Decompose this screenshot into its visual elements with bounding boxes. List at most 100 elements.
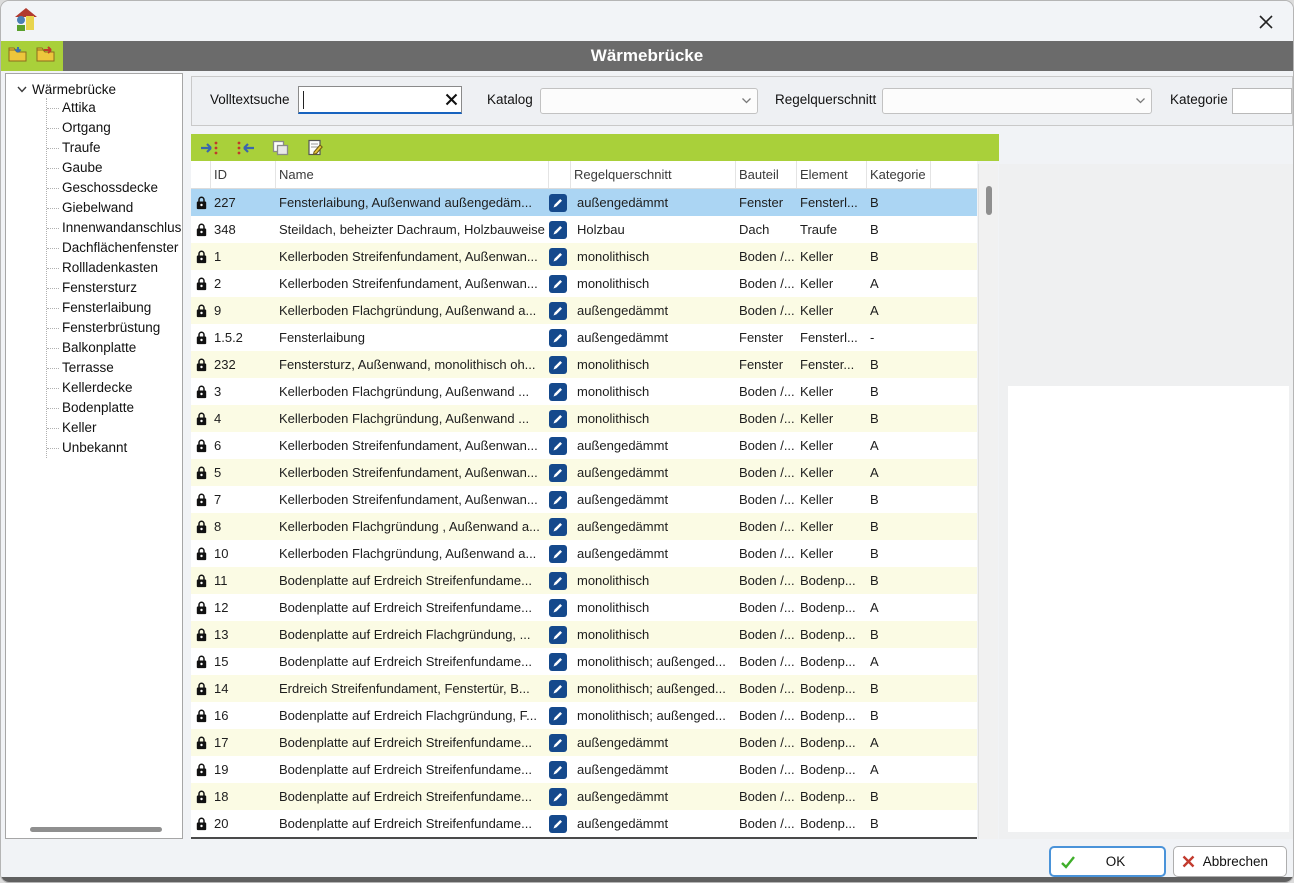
header-bauteil[interactable]: Bauteil	[736, 161, 797, 188]
edit-pencil-icon[interactable]	[549, 599, 571, 617]
copy-icon[interactable]	[270, 139, 290, 157]
edit-pencil-icon[interactable]	[549, 194, 571, 212]
tree-item-kellerdecke[interactable]: Kellerdecke	[47, 378, 182, 398]
edit-pencil-icon[interactable]	[549, 680, 571, 698]
table-row[interactable]: 14 Erdreich Streifenfundament, Fenstertü…	[191, 675, 977, 702]
cancel-button[interactable]: Abbrechen	[1173, 846, 1287, 877]
table-row[interactable]: 12 Bodenplatte auf Erdreich Streifenfund…	[191, 594, 977, 621]
table-row[interactable]: 6 Kellerboden Streifenfundament, Außenwa…	[191, 432, 977, 459]
table-row[interactable]: 348 Steildach, beheizter Dachraum, Holzb…	[191, 216, 977, 243]
tree-item-fensterlaibung[interactable]: Fensterlaibung	[47, 298, 182, 318]
ok-button[interactable]: OK	[1049, 846, 1166, 877]
tree-root-waermebruecke[interactable]: Wärmebrücke	[6, 74, 182, 98]
table-row[interactable]: 17 Bodenplatte auf Erdreich Streifenfund…	[191, 729, 977, 756]
regelquerschnitt-dropdown[interactable]	[882, 88, 1152, 114]
cell-id: 232	[211, 357, 276, 372]
edit-pencil-icon[interactable]	[549, 491, 571, 509]
edit-pencil-icon[interactable]	[549, 329, 571, 347]
tree-item-unbekannt[interactable]: Unbekannt	[47, 438, 182, 458]
clear-search-icon[interactable]	[441, 90, 461, 110]
edit-pencil-icon[interactable]	[549, 383, 571, 401]
tree-horizontal-scrollbar[interactable]	[14, 824, 174, 834]
table-row[interactable]: 16 Bodenplatte auf Erdreich Flachgründun…	[191, 702, 977, 729]
cell-name: Bodenplatte auf Erdreich Streifenfundame…	[276, 789, 549, 804]
edit-pencil-icon[interactable]	[549, 788, 571, 806]
cell-element: Keller	[797, 384, 867, 399]
tree-item-rollladenkasten[interactable]: Rollladenkasten	[47, 258, 182, 278]
results-table: ID Name Regelquerschnitt Bauteil Element…	[191, 161, 977, 839]
table-row[interactable]: 227 Fensterlaibung, Außenwand außengedäm…	[191, 189, 977, 216]
tree-item-attika[interactable]: Attika	[47, 98, 182, 118]
table-row[interactable]: 15 Bodenplatte auf Erdreich Streifenfund…	[191, 648, 977, 675]
edit-pencil-icon[interactable]	[549, 356, 571, 374]
lock-icon	[191, 628, 211, 642]
tree-item-geschossdecke[interactable]: Geschossdecke	[47, 178, 182, 198]
table-row[interactable]: 1 Kellerboden Streifenfundament, Außenwa…	[191, 243, 977, 270]
header-kategorie[interactable]: Kategorie	[867, 161, 931, 188]
tree-item-innenwandanschlus[interactable]: Innenwandanschlus	[47, 218, 182, 238]
tree-item-terrasse[interactable]: Terrasse	[47, 358, 182, 378]
table-row[interactable]: 20 Bodenplatte auf Erdreich Streifenfund…	[191, 810, 977, 837]
edit-pencil-icon[interactable]	[549, 221, 571, 239]
edit-pencil-icon[interactable]	[549, 653, 571, 671]
header-element[interactable]: Element	[797, 161, 867, 188]
table-row[interactable]: 8 Kellerboden Flachgründung , Außenwand …	[191, 513, 977, 540]
tree-item-bodenplatte[interactable]: Bodenplatte	[47, 398, 182, 418]
tree-item-ortgang[interactable]: Ortgang	[47, 118, 182, 138]
header-regelquerschnitt[interactable]: Regelquerschnitt	[571, 161, 736, 188]
katalog-dropdown[interactable]	[540, 88, 758, 114]
table-row[interactable]: 5 Kellerboden Streifenfundament, Außenwa…	[191, 459, 977, 486]
scrollbar-thumb[interactable]	[986, 186, 992, 215]
tree-item-gaube[interactable]: Gaube	[47, 158, 182, 178]
table-row[interactable]: 4 Kellerboden Flachgründung, Außenwand .…	[191, 405, 977, 432]
edit-pencil-icon[interactable]	[549, 572, 571, 590]
arrow-right-dots-icon[interactable]	[200, 139, 220, 157]
edit-pencil-icon[interactable]	[549, 545, 571, 563]
table-row[interactable]: 232 Fenstersturz, Außenwand, monolithisc…	[191, 351, 977, 378]
arrow-left-dots-icon[interactable]	[235, 139, 255, 157]
chevron-down-icon[interactable]	[16, 82, 28, 97]
folder-import-icon[interactable]	[8, 46, 27, 67]
table-row[interactable]: 1.5.2 Fensterlaibung außengedämmt Fenste…	[191, 324, 977, 351]
fulltext-search-input[interactable]	[304, 92, 441, 107]
table-row[interactable]: 11 Bodenplatte auf Erdreich Streifenfund…	[191, 567, 977, 594]
edit-pencil-icon[interactable]	[549, 518, 571, 536]
table-row[interactable]: 10 Kellerboden Flachgründung, Außenwand …	[191, 540, 977, 567]
header-id[interactable]: ID	[211, 161, 276, 188]
table-vertical-scrollbar[interactable]	[978, 164, 998, 839]
kategorie-input[interactable]	[1232, 88, 1292, 114]
edit-document-icon[interactable]	[305, 139, 325, 157]
tree-item-dachflächenfenster[interactable]: Dachflächenfenster	[47, 238, 182, 258]
edit-pencil-icon[interactable]	[549, 815, 571, 833]
edit-pencil-icon[interactable]	[549, 464, 571, 482]
table-row[interactable]: 3 Kellerboden Flachgründung, Außenwand .…	[191, 378, 977, 405]
close-icon[interactable]	[1255, 11, 1277, 33]
header-lock-column[interactable]	[191, 161, 211, 188]
edit-pencil-icon[interactable]	[549, 734, 571, 752]
table-row[interactable]: 9 Kellerboden Flachgründung, Außenwand a…	[191, 297, 977, 324]
table-row[interactable]: 7 Kellerboden Streifenfundament, Außenwa…	[191, 486, 977, 513]
header-name[interactable]: Name	[276, 161, 549, 188]
tree-item-giebelwand[interactable]: Giebelwand	[47, 198, 182, 218]
table-row[interactable]: 18 Bodenplatte auf Erdreich Streifenfund…	[191, 783, 977, 810]
edit-pencil-icon[interactable]	[549, 248, 571, 266]
tree-item-balkonplatte[interactable]: Balkonplatte	[47, 338, 182, 358]
tree-item-traufe[interactable]: Traufe	[47, 138, 182, 158]
table-row[interactable]: 2 Kellerboden Streifenfundament, Außenwa…	[191, 270, 977, 297]
edit-pencil-icon[interactable]	[549, 302, 571, 320]
edit-pencil-icon[interactable]	[549, 626, 571, 644]
header-edit-column[interactable]	[549, 161, 571, 188]
cell-id: 348	[211, 222, 276, 237]
table-row[interactable]: 19 Bodenplatte auf Erdreich Streifenfund…	[191, 756, 977, 783]
edit-pencil-icon[interactable]	[549, 275, 571, 293]
edit-pencil-icon[interactable]	[549, 437, 571, 455]
scrollbar-thumb[interactable]	[30, 827, 162, 832]
tree-item-fenstersturz[interactable]: Fenstersturz	[47, 278, 182, 298]
edit-pencil-icon[interactable]	[549, 761, 571, 779]
tree-item-keller[interactable]: Keller	[47, 418, 182, 438]
table-row[interactable]: 13 Bodenplatte auf Erdreich Flachgründun…	[191, 621, 977, 648]
edit-pencil-icon[interactable]	[549, 410, 571, 428]
tree-item-fensterbrüstung[interactable]: Fensterbrüstung	[47, 318, 182, 338]
edit-pencil-icon[interactable]	[549, 707, 571, 725]
folder-export-icon[interactable]	[36, 46, 55, 67]
